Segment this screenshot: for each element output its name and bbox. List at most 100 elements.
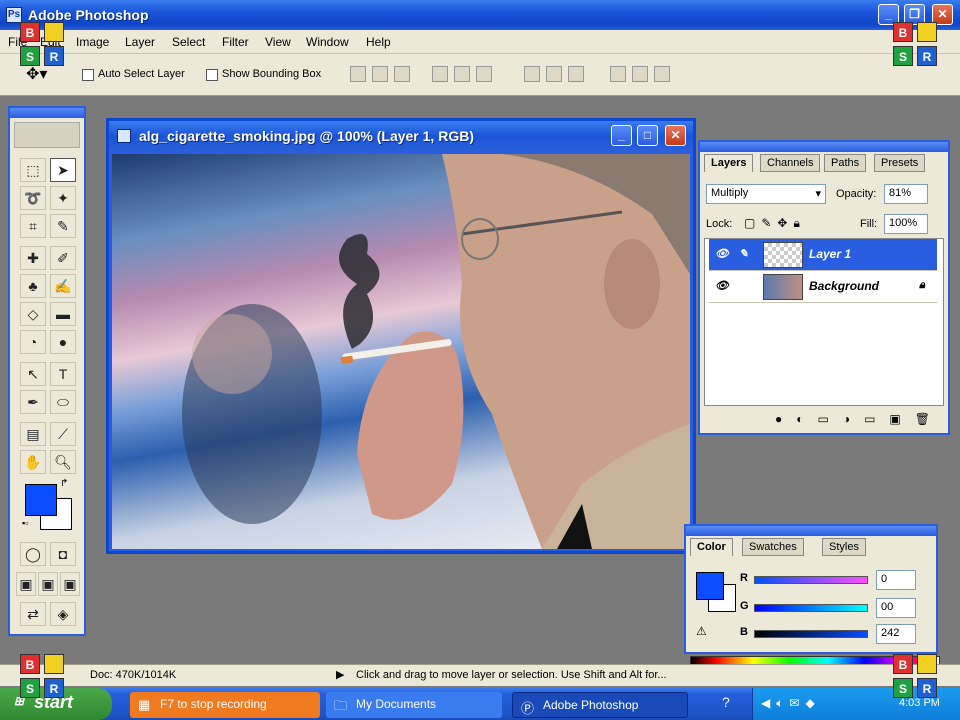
adobe-online-icon[interactable]: [14, 122, 80, 148]
history-brush-icon[interactable]: ✍: [50, 274, 76, 298]
zoom-tool-icon[interactable]: 🔍︎: [50, 450, 76, 474]
layer-row-background[interactable]: 👁︎ Background 🔒︎: [709, 271, 937, 303]
menu-select[interactable]: Select: [172, 35, 205, 49]
tab-presets[interactable]: Presets: [874, 154, 926, 172]
marquee-tool-icon[interactable]: ⬚: [20, 158, 46, 182]
layer-actions-bar[interactable]: ●◐▭◑▭▣🗑︎: [704, 412, 944, 432]
tab-color[interactable]: Color: [690, 538, 733, 556]
slice-tool-icon[interactable]: ✎: [50, 214, 76, 238]
default-colors-icon[interactable]: ▪▫: [22, 518, 28, 528]
gamut-warning-icon[interactable]: ⚠: [696, 624, 707, 638]
distribute-bottom-icon[interactable]: [568, 66, 584, 82]
align-left-icon[interactable]: [432, 66, 448, 82]
magic-wand-icon[interactable]: ✦: [50, 186, 76, 210]
recorder-yellow-badge: [44, 654, 64, 674]
standard-mode-icon[interactable]: ◯: [20, 542, 46, 566]
blend-mode-select[interactable]: Multiply ▾: [706, 184, 826, 204]
align-hcenter-icon[interactable]: [454, 66, 470, 82]
channel-r-input[interactable]: 0: [876, 570, 916, 590]
app-title-bar: Ps Adobe Photoshop _ ❐ ✕: [0, 0, 960, 30]
hand-tool-icon[interactable]: ✋: [20, 450, 46, 474]
imageready-icon[interactable]: ◈: [50, 602, 76, 626]
eraser-tool-icon[interactable]: ◇: [20, 302, 46, 326]
menu-view[interactable]: View: [265, 35, 291, 49]
align-top-icon[interactable]: [350, 66, 366, 82]
distribute-right-icon[interactable]: [654, 66, 670, 82]
move-tool-icon[interactable]: ➤: [50, 158, 76, 182]
channel-r-slider[interactable]: [754, 576, 868, 584]
menu-window[interactable]: Window: [306, 35, 349, 49]
auto-select-layer-checkbox[interactable]: [82, 69, 94, 81]
tab-styles[interactable]: Styles: [822, 538, 866, 556]
tab-paths[interactable]: Paths: [824, 154, 867, 172]
distribute-hcenter-icon[interactable]: [632, 66, 648, 82]
channel-b-input[interactable]: 242: [876, 624, 916, 644]
show-bounding-box-label: Show Bounding Box: [222, 68, 322, 80]
lock-icons[interactable]: ▢✎✥🔒︎: [744, 216, 806, 231]
blur-tool-icon[interactable]: ◔: [20, 330, 46, 354]
notes-tool-icon[interactable]: ▤: [20, 422, 46, 446]
doc-close-button[interactable]: ✕: [665, 125, 686, 146]
foreground-color-swatch[interactable]: [25, 484, 57, 516]
screen-mode-full-menu-icon[interactable]: ▣: [38, 572, 58, 596]
task-label: My Documents: [356, 697, 437, 711]
tab-swatches[interactable]: Swatches: [742, 538, 804, 556]
recorder-overlay-top-left: B S R: [20, 22, 66, 68]
quick-mask-mode-icon[interactable]: ◘: [50, 542, 76, 566]
tab-layers[interactable]: Layers: [704, 154, 754, 172]
layer-row-layer-1[interactable]: 👁︎ ✎ Layer 1: [709, 239, 937, 271]
align-right-icon[interactable]: [476, 66, 492, 82]
distribute-vcenter-icon[interactable]: [546, 66, 562, 82]
recorder-b-badge: B: [20, 654, 40, 674]
tab-channels[interactable]: Channels: [760, 154, 821, 172]
channel-b-slider[interactable]: [754, 630, 868, 638]
image-canvas[interactable]: [112, 154, 690, 549]
fill-input[interactable]: 100%: [884, 214, 928, 234]
gradient-tool-icon[interactable]: ▬: [50, 302, 76, 326]
distribute-left-icon[interactable]: [610, 66, 626, 82]
recorder-overlay-bottom-right: B S R: [893, 654, 939, 700]
photoshop-icon: Ps: [6, 7, 22, 23]
distribute-top-icon[interactable]: [524, 66, 540, 82]
screen-mode-standard-icon[interactable]: ▣: [16, 572, 36, 596]
menu-layer[interactable]: Layer: [125, 35, 155, 49]
channel-g-label: G: [740, 600, 749, 612]
task-photoshop[interactable]: Ⓟ Adobe Photoshop: [512, 692, 688, 718]
crop-tool-icon[interactable]: ⌗: [20, 214, 46, 238]
visibility-eye-icon[interactable]: 👁︎: [713, 247, 731, 263]
doc-maximize-button[interactable]: □: [637, 125, 658, 146]
screen-mode-full-icon[interactable]: ▣: [60, 572, 80, 596]
dodge-tool-icon[interactable]: ●: [50, 330, 76, 354]
recorder-r-badge: R: [917, 678, 937, 698]
document-title-bar: alg_cigarette_smoking.jpg @ 100% (Layer …: [109, 121, 693, 151]
eyedropper-icon[interactable]: ⟋: [50, 422, 76, 446]
help-icon[interactable]: ?: [722, 694, 730, 710]
tray-icons[interactable]: ◀🔈︎✉◆: [761, 696, 821, 711]
fill-label: Fill:: [860, 218, 878, 230]
channel-g-input[interactable]: 00: [876, 598, 916, 618]
opacity-input[interactable]: 81%: [884, 184, 928, 204]
visibility-eye-icon[interactable]: 👁︎: [713, 279, 731, 295]
show-bounding-box-checkbox[interactable]: [206, 69, 218, 81]
healing-brush-icon[interactable]: ✚: [20, 246, 46, 270]
swap-colors-icon[interactable]: ↱: [60, 478, 68, 489]
color-fg-swatch[interactable]: [696, 572, 724, 600]
type-tool-icon[interactable]: T: [50, 362, 76, 386]
shape-tool-icon[interactable]: ⬭: [50, 390, 76, 414]
jump-to-imageready-icon[interactable]: ⇄: [20, 602, 46, 626]
align-bottom-icon[interactable]: [394, 66, 410, 82]
menu-help[interactable]: Help: [366, 35, 391, 49]
task-recorder[interactable]: ▦ F7 to stop recording: [130, 692, 320, 718]
align-vcenter-icon[interactable]: [372, 66, 388, 82]
lasso-tool-icon[interactable]: ➰: [20, 186, 46, 210]
menu-filter[interactable]: Filter: [222, 35, 249, 49]
document-icon: [117, 129, 131, 143]
pen-tool-icon[interactable]: ✒: [20, 390, 46, 414]
doc-minimize-button[interactable]: _: [611, 125, 632, 146]
task-my-documents[interactable]: 🗀 My Documents: [326, 692, 502, 718]
clone-stamp-icon[interactable]: ♣: [20, 274, 46, 298]
path-selection-icon[interactable]: ↖: [20, 362, 46, 386]
brush-tool-icon[interactable]: ✐: [50, 246, 76, 270]
menu-image[interactable]: Image: [76, 35, 109, 49]
channel-g-slider[interactable]: [754, 604, 868, 612]
